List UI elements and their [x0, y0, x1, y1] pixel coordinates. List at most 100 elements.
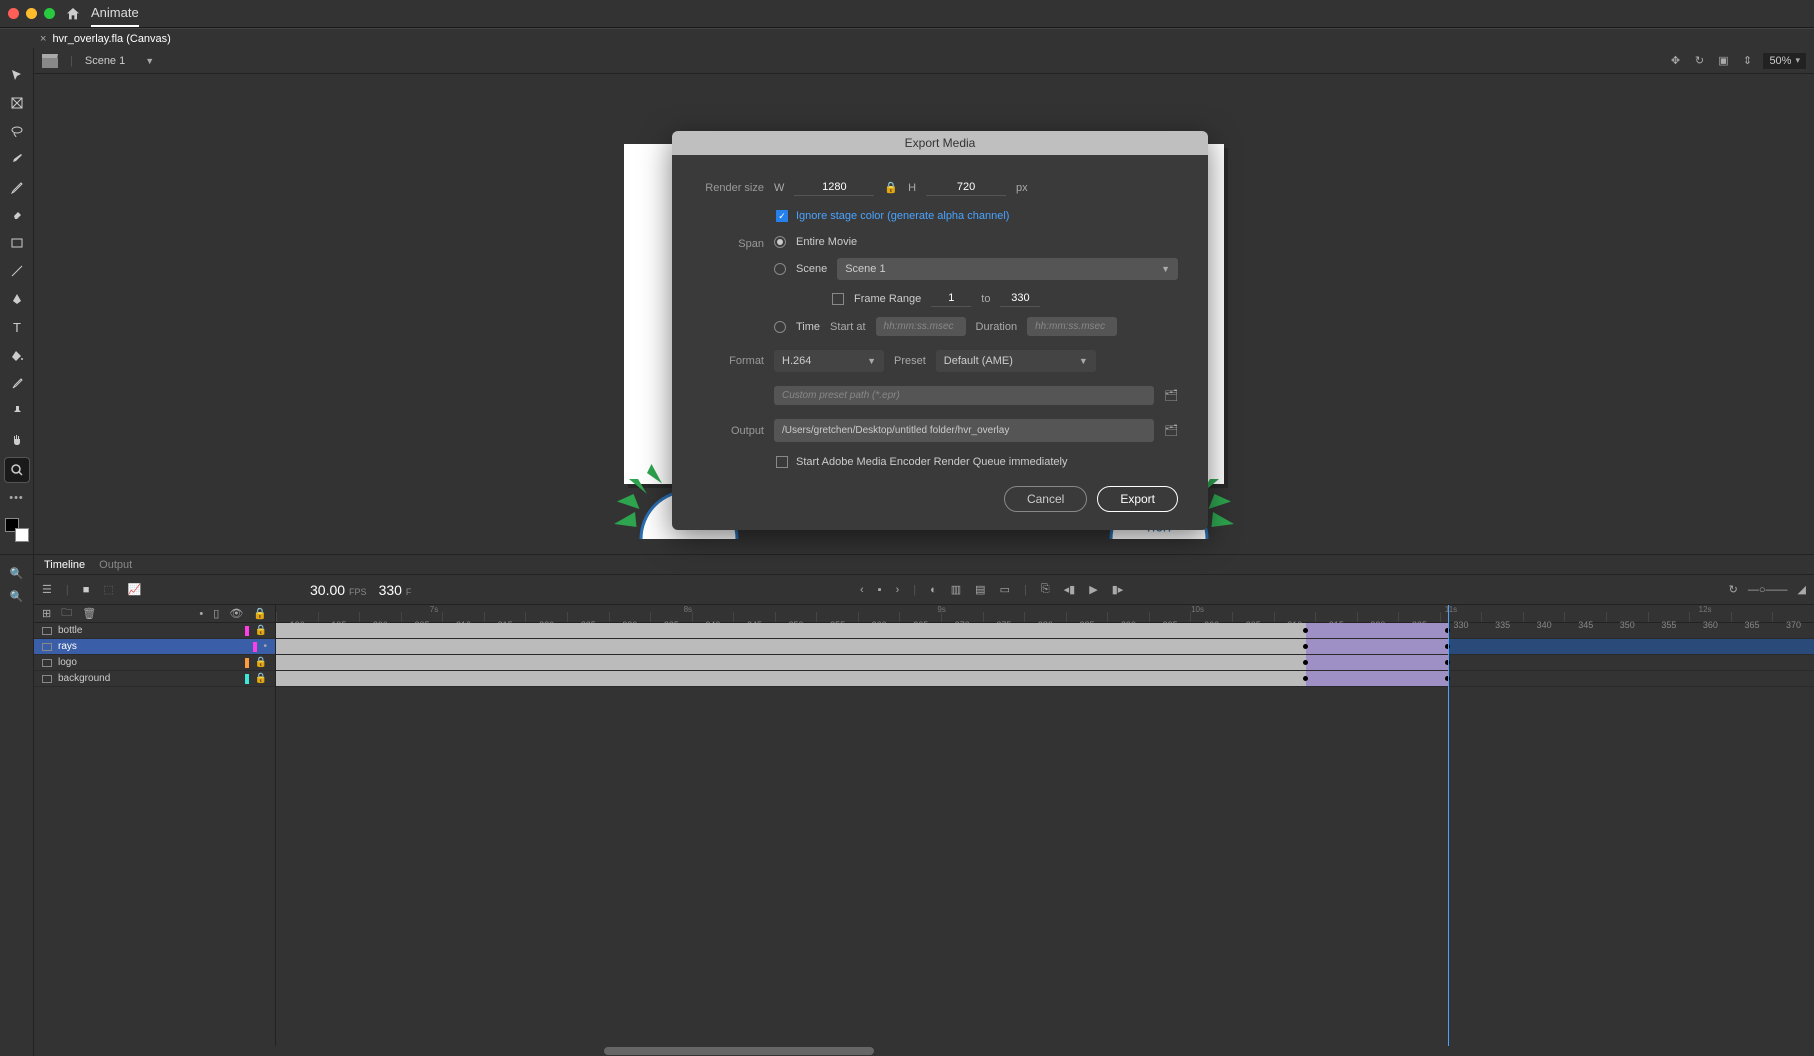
- resize-timeline-icon[interactable]: ◢: [1798, 583, 1806, 596]
- rectangle-tool-icon[interactable]: [8, 234, 26, 252]
- format-select[interactable]: H.264 ▼: [774, 350, 884, 372]
- free-transform-tool-icon[interactable]: [8, 94, 26, 112]
- span-entire-radio[interactable]: [774, 236, 786, 248]
- lock-header-icon[interactable]: 🔒: [253, 607, 267, 620]
- eyedropper-tool-icon[interactable]: [8, 374, 26, 392]
- brush-tool-icon[interactable]: [8, 150, 26, 168]
- add-layer-icon[interactable]: ⊞: [42, 607, 51, 620]
- horizontal-scrollbar[interactable]: [34, 1046, 1814, 1056]
- frame-to-input[interactable]: [1000, 290, 1040, 307]
- home-icon[interactable]: [65, 6, 81, 22]
- visibility-icon[interactable]: 👁: [229, 607, 243, 620]
- browse-output-icon[interactable]: 🗂: [1164, 424, 1178, 437]
- delete-layer-icon[interactable]: 🗑: [82, 607, 96, 620]
- layer-color-chip[interactable]: [245, 658, 249, 668]
- browse-preset-icon[interactable]: 🗂: [1164, 389, 1178, 402]
- fps-value[interactable]: 30.00: [310, 582, 345, 598]
- layer-lock-icon[interactable]: 🔒: [255, 625, 267, 636]
- frame-from-input[interactable]: [931, 290, 971, 307]
- app-name[interactable]: Animate: [91, 5, 139, 27]
- span-scene-radio[interactable]: [774, 263, 786, 275]
- height-input[interactable]: [926, 179, 1006, 196]
- selection-tool-icon[interactable]: [8, 66, 26, 84]
- outline-icon[interactable]: ▯: [213, 607, 219, 620]
- zoom-in-icon[interactable]: 🔍: [10, 567, 24, 580]
- layer-row[interactable]: logo 🔒: [34, 655, 275, 671]
- custom-preset-input[interactable]: Custom preset path (*.epr): [774, 386, 1154, 405]
- center-stage-icon[interactable]: ✥: [1667, 53, 1683, 69]
- start-ame-checkbox[interactable]: [776, 456, 788, 468]
- step-forward-icon[interactable]: ▮▸: [1112, 583, 1124, 596]
- layer-lock-icon[interactable]: •: [263, 641, 267, 652]
- timeline-zoom-slider[interactable]: —○——: [1748, 584, 1788, 596]
- cancel-button[interactable]: Cancel: [1004, 486, 1087, 512]
- frame-row[interactable]: [276, 671, 1814, 687]
- scrollbar-thumb[interactable]: [604, 1047, 874, 1055]
- frame-row[interactable]: [276, 639, 1814, 655]
- span-time-radio[interactable]: [774, 321, 786, 333]
- layer-color-chip[interactable]: [245, 674, 249, 684]
- highlight-icon[interactable]: •: [199, 608, 203, 620]
- frame-row[interactable]: [276, 623, 1814, 639]
- lasso-tool-icon[interactable]: [8, 122, 26, 140]
- pencil-tool-icon[interactable]: [8, 178, 26, 196]
- tab-timeline[interactable]: Timeline: [44, 559, 85, 571]
- step-back-icon[interactable]: ◂▮: [1064, 583, 1076, 596]
- layer-row[interactable]: bottle 🔒: [34, 623, 275, 639]
- clapperboard-icon[interactable]: [42, 54, 58, 68]
- width-input[interactable]: [794, 179, 874, 196]
- ignore-stage-color-checkbox[interactable]: ✓: [776, 210, 788, 222]
- minimize-window-icon[interactable]: [26, 8, 37, 19]
- layer-lock-icon[interactable]: 🔒: [255, 673, 267, 684]
- prev-keyframe-icon[interactable]: ‹: [860, 584, 864, 596]
- insert-keyframe-icon[interactable]: ▪: [878, 584, 882, 596]
- zoom-out-icon[interactable]: 🔍: [10, 590, 24, 603]
- export-button[interactable]: Export: [1097, 486, 1178, 512]
- text-tool-icon[interactable]: T: [8, 318, 26, 336]
- frame-row[interactable]: [276, 655, 1814, 671]
- tab-output[interactable]: Output: [99, 559, 132, 571]
- layer-depth-icon[interactable]: ⬚: [103, 583, 113, 596]
- start-at-input[interactable]: hh:mm:ss.msec: [876, 317, 966, 336]
- fit-stage-icon[interactable]: ⇕: [1739, 53, 1755, 69]
- layer-graph-icon[interactable]: 📈: [128, 583, 142, 596]
- ignore-stage-color-label[interactable]: Ignore stage color (generate alpha chann…: [796, 210, 1009, 222]
- layer-color-chip[interactable]: [245, 626, 249, 636]
- onion-skin-icon[interactable]: ◐: [930, 584, 937, 596]
- layers-menu-icon[interactable]: ☰: [42, 583, 52, 596]
- zoom-level[interactable]: 50% ▾: [1763, 53, 1806, 69]
- more-tools-icon[interactable]: •••: [9, 492, 24, 504]
- marker-icon[interactable]: ▤: [975, 583, 985, 596]
- frame-ruler[interactable]: 7s8s9s10s11s12s 190195200205210215220225…: [276, 605, 1814, 623]
- remove-frame-icon[interactable]: ⎘: [1041, 583, 1050, 596]
- loop-icon[interactable]: ↻: [1729, 583, 1738, 596]
- insert-frame-icon[interactable]: ▭: [1000, 583, 1010, 596]
- lock-aspect-icon[interactable]: 🔒: [884, 181, 898, 194]
- close-window-icon[interactable]: [8, 8, 19, 19]
- playhead[interactable]: [1448, 605, 1449, 1056]
- hand-tool-icon[interactable]: [8, 430, 26, 448]
- pushpin-tool-icon[interactable]: [8, 402, 26, 420]
- camera-icon[interactable]: ■: [83, 584, 90, 596]
- line-tool-icon[interactable]: [8, 262, 26, 280]
- duration-input[interactable]: hh:mm:ss.msec: [1027, 317, 1117, 336]
- document-tab[interactable]: × hvr_overlay.fla (Canvas): [40, 33, 171, 45]
- layer-color-chip[interactable]: [253, 642, 257, 652]
- clip-stage-icon[interactable]: ▣: [1715, 53, 1731, 69]
- scene-select[interactable]: Scene 1 ▼: [837, 258, 1178, 280]
- rotate-stage-icon[interactable]: ↻: [1691, 53, 1707, 69]
- preset-select[interactable]: Default (AME) ▼: [936, 350, 1096, 372]
- layer-row[interactable]: rays •: [34, 639, 275, 655]
- maximize-window-icon[interactable]: [44, 8, 55, 19]
- scene-dropdown[interactable]: Scene 1 ▼: [85, 55, 154, 67]
- edit-multiple-icon[interactable]: ▥: [951, 583, 961, 596]
- paint-bucket-tool-icon[interactable]: [8, 346, 26, 364]
- close-tab-icon[interactable]: ×: [40, 33, 46, 45]
- layer-row[interactable]: background 🔒: [34, 671, 275, 687]
- frame-value[interactable]: 330: [379, 582, 402, 598]
- pen-tool-icon[interactable]: [8, 290, 26, 308]
- color-swatches[interactable]: [5, 518, 29, 542]
- frames-panel[interactable]: 7s8s9s10s11s12s 190195200205210215220225…: [276, 605, 1814, 1056]
- zoom-tool-icon[interactable]: [5, 458, 29, 482]
- add-folder-icon[interactable]: 🗀: [61, 604, 72, 623]
